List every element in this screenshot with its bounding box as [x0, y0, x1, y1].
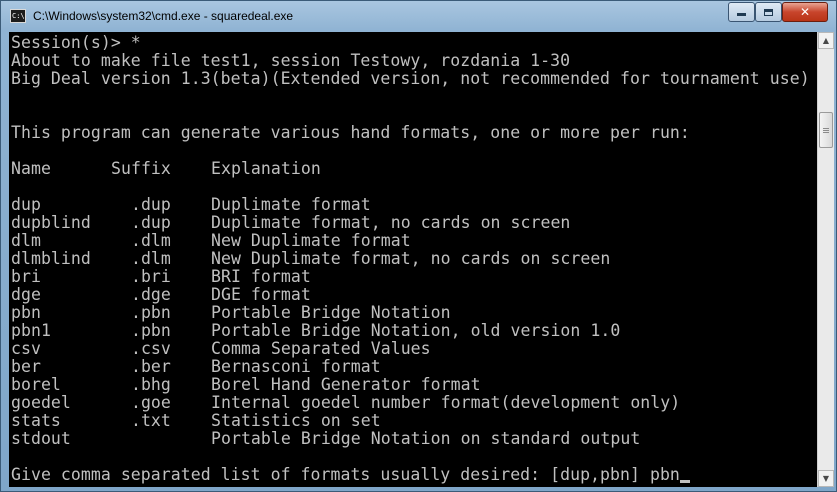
- scroll-thumb[interactable]: [819, 112, 833, 148]
- maximize-button[interactable]: [755, 2, 782, 22]
- format-row: stdout Portable Bridge Notation on standa…: [11, 430, 810, 448]
- console-lines: Session(s)> * About to make file test1, s…: [11, 34, 810, 484]
- prompt-text: Give comma separated list of formats usu…: [11, 465, 650, 484]
- format-row: dge .dge DGE format: [11, 286, 810, 304]
- thumb-grip-line: [823, 130, 829, 131]
- format-suffix: .pbn: [111, 321, 171, 340]
- format-suffix: .dlm: [111, 249, 171, 268]
- format-row: goedel .goe Internal goedel number format…: [11, 394, 810, 412]
- header-name: Name: [11, 159, 51, 178]
- format-name: dlmblind: [11, 249, 91, 268]
- format-explanation: New Duplimate format, no cards on screen: [211, 249, 611, 268]
- format-explanation: Bernasconi format: [211, 357, 381, 376]
- format-suffix: .dge: [111, 285, 171, 304]
- format-explanation: Portable Bridge Notation: [211, 303, 451, 322]
- thumb-grip-line: [823, 128, 829, 129]
- format-explanation: Portable Bridge Notation on standard out…: [211, 429, 641, 448]
- format-row: dlm .dlm New Duplimate format: [11, 232, 810, 250]
- format-suffix: .dup: [111, 195, 171, 214]
- format-name: dupblind: [11, 213, 91, 232]
- console-line: About to make file test1, session Testow…: [11, 51, 571, 70]
- blank-line: [11, 448, 810, 466]
- format-explanation: BRI format: [211, 267, 311, 286]
- format-explanation: Duplimate format: [211, 195, 371, 214]
- header-suffix: Suffix: [111, 159, 171, 178]
- format-suffix: .txt: [111, 411, 171, 430]
- close-icon: ✕: [799, 5, 811, 19]
- cmd-app-icon[interactable]: C:\: [10, 9, 26, 23]
- scroll-up-icon: ▲: [822, 36, 830, 45]
- format-suffix: .dlm: [111, 231, 171, 250]
- format-suffix: .bri: [111, 267, 171, 286]
- window-title: C:\Windows\system32\cmd.exe - squaredeal…: [33, 9, 294, 23]
- thumb-grip-line: [823, 132, 829, 133]
- format-name: dlm: [11, 231, 41, 250]
- format-name: ber: [11, 357, 41, 376]
- console-line: Session(s)> *: [11, 33, 141, 52]
- format-row: dupblind .dup Duplimate format, no cards …: [11, 214, 810, 232]
- format-explanation: DGE format: [211, 285, 311, 304]
- maximize-icon: [764, 9, 773, 16]
- minimize-button[interactable]: [728, 2, 755, 22]
- format-row: ber .ber Bernasconi format: [11, 358, 810, 376]
- format-name: goedel: [11, 393, 71, 412]
- format-explanation: Comma Separated Values: [211, 339, 431, 358]
- format-explanation: Portable Bridge Notation, old version 1.…: [211, 321, 621, 340]
- format-explanation: New Duplimate format: [211, 231, 411, 250]
- header-explanation: Explanation: [211, 159, 321, 178]
- format-name: stats: [11, 411, 61, 430]
- format-name: dup: [11, 195, 41, 214]
- format-suffix: .dup: [111, 213, 171, 232]
- format-row: stats .txt Statistics on set: [11, 412, 810, 430]
- prompt-line: Give comma separated list of formats usu…: [11, 466, 810, 484]
- format-table-header: Name Suffix Explanation: [11, 160, 810, 178]
- format-row: dlmblind .dlm New Duplimate format, no ca…: [11, 250, 810, 268]
- vertical-scrollbar[interactable]: ▲ ▼: [817, 32, 834, 487]
- format-row: pbn .pbn Portable Bridge Notation: [11, 304, 810, 322]
- console-window: C:\ C:\Windows\system32\cmd.exe - square…: [0, 0, 837, 492]
- format-name: borel: [11, 375, 61, 394]
- format-name: csv: [11, 339, 41, 358]
- format-row: borel .bhg Borel Hand Generator format: [11, 376, 810, 394]
- close-button[interactable]: ✕: [782, 2, 828, 22]
- console-line: Big Deal version 1.3(beta)(Extended vers…: [11, 69, 810, 88]
- format-suffix: .pbn: [111, 303, 171, 322]
- format-input-value[interactable]: pbn: [650, 465, 680, 484]
- format-explanation: Internal goedel number format(developmen…: [211, 393, 681, 412]
- title-bar[interactable]: C:\ C:\Windows\system32\cmd.exe - square…: [1, 1, 836, 32]
- format-row: bri .bri BRI format: [11, 268, 810, 286]
- format-row: pbn1 .pbn Portable Bridge Notation, old v…: [11, 322, 810, 340]
- format-suffix: .ber: [111, 357, 171, 376]
- format-name: stdout: [11, 429, 71, 448]
- format-suffix: .goe: [111, 393, 171, 412]
- format-name: pbn: [11, 303, 41, 322]
- format-suffix: .csv: [111, 339, 171, 358]
- text-cursor: [679, 480, 690, 483]
- minimize-icon: [737, 13, 746, 16]
- format-row: dup .dup Duplimate format: [11, 196, 810, 214]
- format-name: bri: [11, 267, 41, 286]
- format-explanation: Duplimate format, no cards on screen: [211, 213, 571, 232]
- blank-line: [11, 178, 810, 196]
- console-line: This program can generate various hand f…: [11, 123, 690, 142]
- console-output[interactable]: Session(s)> * About to make file test1, s…: [9, 32, 817, 487]
- format-explanation: Borel Hand Generator format: [211, 375, 481, 394]
- scroll-down-icon: ▼: [822, 474, 830, 483]
- format-explanation: Statistics on set: [211, 411, 381, 430]
- format-suffix: .bhg: [111, 375, 171, 394]
- format-name: pbn1: [11, 321, 51, 340]
- format-row: csv .csv Comma Separated Values: [11, 340, 810, 358]
- scroll-up-button[interactable]: ▲: [818, 32, 834, 49]
- format-name: dge: [11, 285, 41, 304]
- scroll-down-button[interactable]: ▼: [818, 470, 834, 487]
